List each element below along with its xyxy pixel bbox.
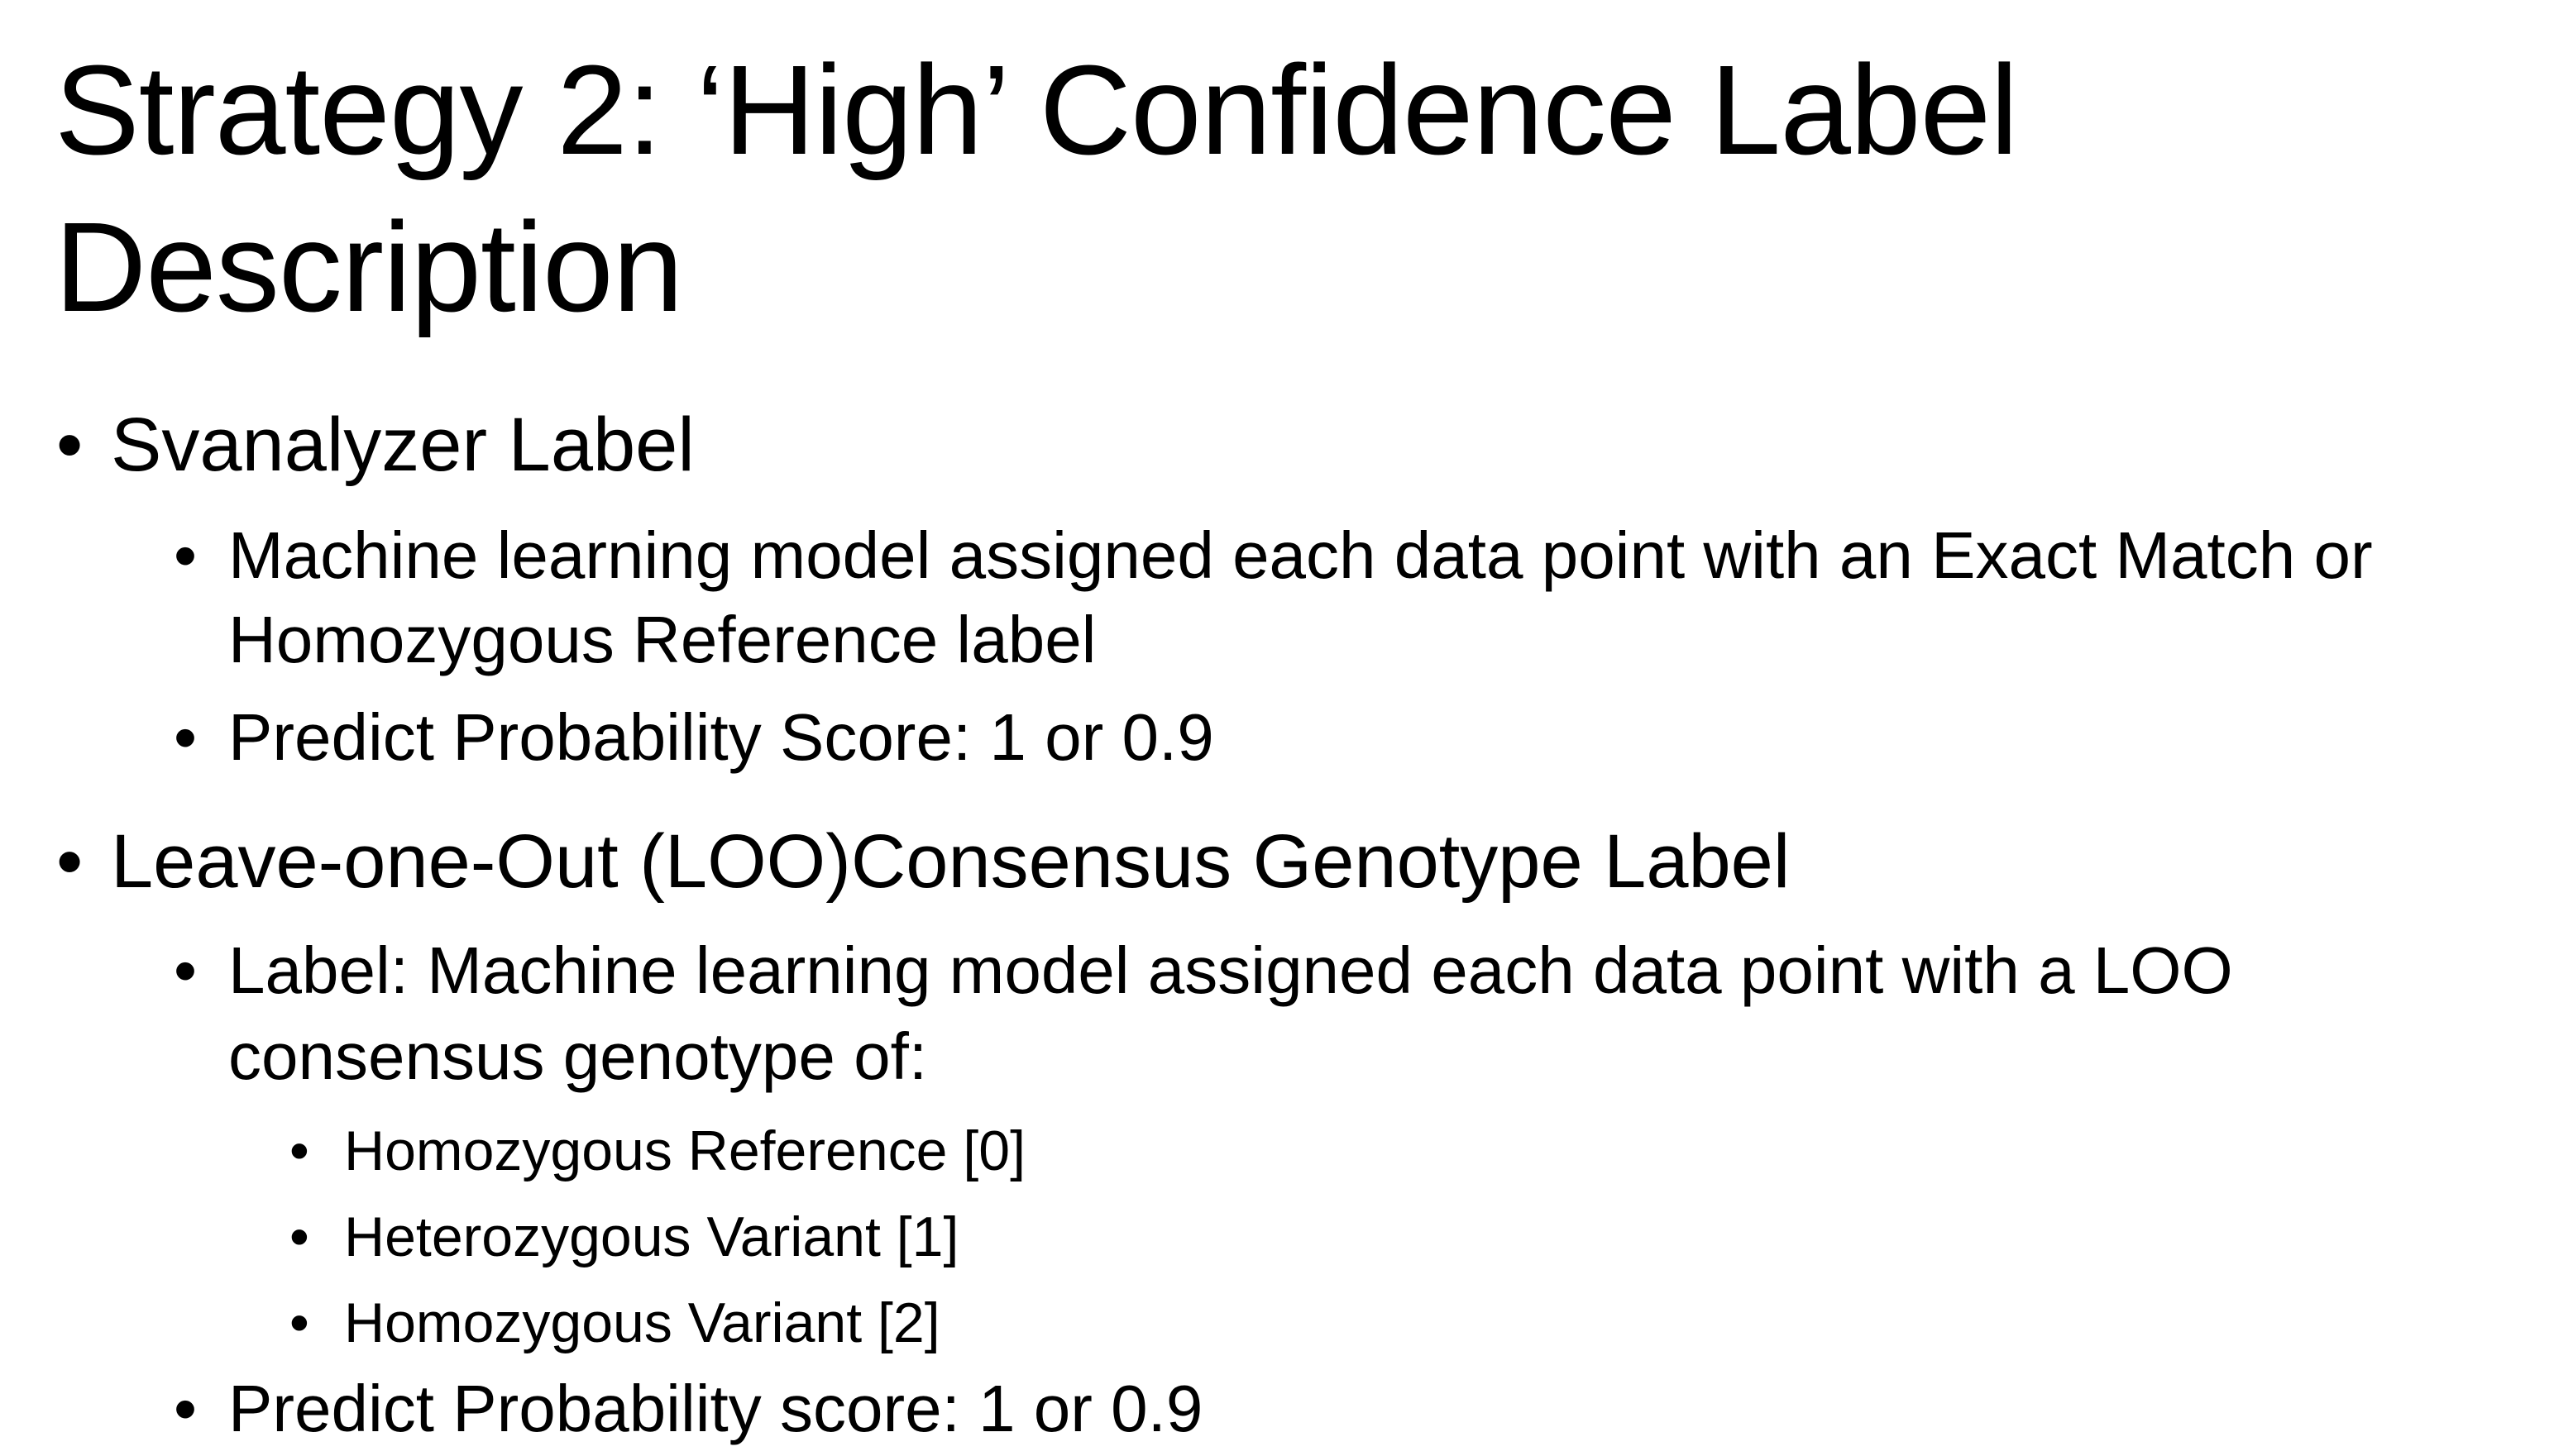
bullet-icon: • [174,933,198,1007]
bullet-icon: • [56,403,84,487]
bullet-icon: • [174,1372,198,1445]
slide-title-line-1: Strategy 2: ‘High’ Confidence Label [55,39,2018,181]
bullet-text: Predict Probability Score: 1 or 0.9 [228,700,1214,774]
bullet-text-continuation: Homozygous Reference label [228,603,1097,676]
bullet-icon: • [289,1205,309,1268]
bullet-text: Heterozygous Variant [1] [344,1205,959,1268]
sub-bullet-ml-assigned-exact-match: • Machine learning model assigned each d… [170,513,2373,599]
bullet-icon: • [56,819,84,904]
sub-bullet-continuation: consensus genotype of: [228,1014,927,1100]
sub-sub-bullet-heterozygous-variant: • Heterozygous Variant [1] [286,1194,959,1280]
slide-title-line-2: Description [55,196,683,338]
bullet-text: Predict Probability score: 1 or 0.9 [228,1372,1203,1445]
sub-bullet-continuation: Homozygous Reference label [228,597,1096,683]
bullet-text: Leave-one-Out (LOO)Consensus Genotype La… [111,819,1791,904]
bullet-text: Svanalyzer Label [111,403,695,487]
slide: Strategy 2: ‘High’ Confidence Label Desc… [0,0,2554,1456]
sub-sub-bullet-homozygous-variant: • Homozygous Variant [2] [286,1280,940,1366]
bullet-text: Homozygous Reference [0] [344,1119,1026,1182]
bullet-svanalyzer-label: • Svanalyzer Label [53,402,695,488]
bullet-icon: • [174,518,198,592]
bullet-text: Homozygous Variant [2] [344,1291,940,1354]
bullet-icon: • [289,1291,309,1354]
bullet-text: Machine learning model assigned each dat… [228,518,2373,592]
bullet-icon: • [289,1119,309,1182]
bullet-icon: • [174,700,198,774]
bullet-text: Label: Machine learning model assigned e… [228,933,2233,1007]
sub-bullet-predict-probability-score: • Predict Probability Score: 1 or 0.9 [170,695,1214,781]
bullet-loo-consensus-genotype-label: • Leave-one-Out (LOO)Consensus Genotype … [53,819,1790,905]
bullet-text-continuation: consensus genotype of: [228,1019,928,1093]
sub-bullet-predict-probability-score-2: • Predict Probability score: 1 or 0.9 [170,1366,1203,1452]
sub-bullet-label-ml-assigned-loo: • Label: Machine learning model assigned… [170,928,2233,1014]
slide-title: Strategy 2: ‘High’ Confidence Label Desc… [55,31,2453,346]
sub-sub-bullet-homozygous-reference: • Homozygous Reference [0] [286,1108,1026,1194]
